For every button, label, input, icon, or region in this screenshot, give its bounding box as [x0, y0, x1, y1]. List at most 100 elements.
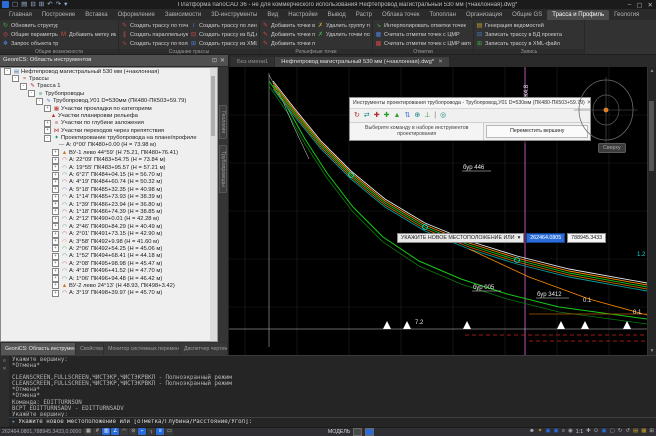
tree-item[interactable]: +◠А: 2°06' ПК492+54.25 (H = 45.06 м) [1, 245, 210, 252]
model-space-label[interactable]: МОДЕЛЬ [328, 429, 351, 435]
tree-expand-toggle[interactable]: - [20, 83, 27, 90]
ribbon-tab[interactable]: Зависимости [160, 10, 206, 20]
tree-item[interactable]: +⋈Участки переходов через препятствия [1, 127, 210, 134]
ribbon-tab[interactable]: Настройки [283, 10, 322, 20]
dynamic-input-x-field[interactable]: 262464.0805 [526, 233, 565, 243]
tree-item[interactable]: -✎Трасса 1 [1, 83, 210, 90]
generate-reports-button[interactable]: ▤Генерация ведомостей [476, 22, 582, 31]
tree-expand-toggle[interactable]: + [52, 216, 59, 223]
ucs-toggle[interactable]: ┐ [147, 428, 155, 435]
collapsed-panel-tab[interactable]: Геология [219, 105, 227, 139]
add-vertex-icon[interactable]: ✚ [374, 111, 380, 120]
dyn-input-toggle[interactable]: ≡ [156, 428, 164, 435]
notification-icon[interactable]: ✦ [538, 428, 543, 435]
ribbon-tab[interactable]: Построение [37, 10, 80, 20]
undo-button[interactable]: ↶ [47, 1, 52, 9]
snap-point-icon[interactable]: ⊕ [414, 111, 420, 120]
ribbon-tab[interactable]: Трасса и Профиль [547, 10, 609, 20]
tree-item[interactable]: +◠А: 1°18' ПК486+74.39 (H = 38.85 м) [1, 208, 210, 215]
tree-item[interactable]: +◠А: 1°39' ПК486+23.94 (H = 36.80 м) [1, 201, 210, 208]
tree-item[interactable]: -∿Трубопровод,У01 D=530мм (ПК480-ПК503+5… [1, 97, 210, 104]
osnap-toggle[interactable]: ◠ [120, 428, 128, 435]
tree-item[interactable]: +◠А: 2°46' ПК490+84.29 (H = 40.49 м) [1, 223, 210, 230]
drawing-area[interactable]: бур 446 бур 005 бур 3412 7.2 0.1 0.1 1.2… [229, 67, 656, 355]
tree-item[interactable]: —А: 0°00' ПК480+0.00 (H = 73.98 м) [1, 142, 210, 149]
ribbon-tab[interactable]: Оформление [113, 10, 160, 20]
lineweight-toggle[interactable]: ▭ [165, 428, 173, 435]
tree-item[interactable]: +▲ВУ-1 лево 44°59' (H 75.21, ПК480+76.41… [1, 149, 210, 156]
settings-icon[interactable]: ◎ [440, 111, 446, 120]
tree-expand-toggle[interactable]: + [52, 253, 59, 260]
common-parameters-button[interactable]: ◎Общие параметры [2, 31, 58, 40]
change-elevation-icon[interactable]: ⇅ [404, 111, 410, 120]
panel-tab[interactable]: GeoniCS: Область инструментов [1, 343, 75, 355]
delete-point-group-button[interactable]: ✗Удалить группу точек [317, 22, 370, 31]
command-close-icon[interactable]: ✕ [2, 366, 6, 372]
slope-icon[interactable]: ▲ [394, 111, 401, 120]
tree-item[interactable]: -≡Трубопроводы [1, 90, 210, 97]
command-history-icon[interactable]: ≡ [3, 358, 6, 364]
view-locator-widget[interactable]: Сверху [570, 77, 642, 163]
tree-expand-toggle[interactable]: + [44, 105, 51, 112]
tree-item[interactable]: +◠А: 3°58' ПК492+9.98 (H = 41.60 м) [1, 238, 210, 245]
ribbon-tab[interactable]: Организация [461, 10, 507, 20]
tree-scrollbar[interactable] [210, 67, 218, 342]
collapsed-panel-tab[interactable]: Трубопроводы [219, 145, 227, 193]
command-input-line[interactable]: ▸ Укажите новое местоположение или [оТме… [9, 417, 656, 427]
tree-expand-toggle[interactable]: - [4, 68, 11, 75]
write-route-to-project-db-button[interactable]: ⊟Записать трассу в БД проекта [476, 31, 582, 40]
tree-expand-toggle[interactable]: + [52, 231, 59, 238]
tree-item[interactable]: +◠А: 2°01' ПК491+73.15 (H = 42.90 м) [1, 230, 210, 237]
monitor-a-icon[interactable]: ▣ [545, 428, 550, 435]
tree-item[interactable]: +▦Участки прокладки по категориям [1, 105, 210, 112]
add-points-by-3d-polyline-button[interactable]: ✎Добавить точки по 3D-полилинии [262, 31, 315, 40]
dynamic-input-y-field[interactable]: 788945.3433 [567, 233, 606, 243]
tree-item[interactable]: -≈Трассы [1, 75, 210, 82]
orbit-icon[interactable]: ↻ [618, 428, 623, 435]
tree-expand-toggle[interactable]: + [52, 149, 59, 156]
tree-expand-toggle[interactable]: - [44, 135, 51, 142]
tree-item[interactable]: -✦Проектирование трубопровода на плане/п… [1, 134, 210, 141]
annotation-scale[interactable]: 1:1 [576, 429, 583, 435]
tree-item[interactable]: +◠А: 19°55' ПК483+95.57 (H = 57.21 м) [1, 164, 210, 171]
redo-button[interactable]: ↷ [56, 1, 61, 9]
close-panel-icon[interactable]: ✕ [220, 57, 225, 64]
close-button[interactable]: ✕ [648, 1, 653, 9]
otrack-toggle[interactable]: ⌐ [138, 428, 146, 435]
tree-item[interactable]: +▲ВУ-2 лево 24°13' (H 48.93, ПК498+3.42) [1, 282, 210, 289]
create-route-by-points-button[interactable]: ✎Создать трассу по точкам [121, 22, 188, 31]
3dsnap-toggle[interactable]: ⊙ [129, 428, 137, 435]
chevron-down-icon[interactable]: ▾ [518, 235, 521, 241]
tree-expand-toggle[interactable]: + [52, 238, 59, 245]
user-icon[interactable]: ☻ [529, 428, 535, 435]
tree-expand-toggle[interactable]: + [52, 201, 59, 208]
layers-icon[interactable]: ▤ [633, 428, 638, 435]
create-parallel-route-button[interactable]: ∥Создать параллельную трассу [121, 31, 188, 40]
tree-expand-toggle[interactable]: + [52, 208, 59, 215]
ribbon-tab[interactable]: Вид [262, 10, 283, 20]
ortho-toggle[interactable]: ▥ [102, 428, 110, 435]
pan-icon[interactable]: ✚ [586, 428, 591, 435]
scrollbar-thumb[interactable] [649, 101, 654, 171]
tree-item[interactable]: +≡Участки по глубине заложения [1, 120, 210, 127]
tree-expand-toggle[interactable]: + [52, 223, 59, 230]
record-icon[interactable]: ◉ [568, 428, 573, 435]
close-tab-icon[interactable]: ✕ [438, 59, 443, 65]
tree-expand-toggle[interactable]: + [52, 164, 59, 171]
frame-icon[interactable]: ▢ [610, 428, 615, 435]
separator-icon[interactable]: | [434, 111, 436, 120]
create-route-by-polyline-button[interactable]: ∿Создать трассу по полилинии [121, 40, 188, 49]
viewport-icon[interactable]: ▣ [601, 428, 606, 435]
minimize-button[interactable]: – [628, 1, 632, 9]
create-route-from-project-db-button[interactable]: ⊟Создать трассу из БД.проекта [190, 31, 257, 40]
document-tab[interactable]: Нефтепровод магистральный 530 мм (+накло… [275, 57, 448, 67]
panel-tab[interactable]: Свойства [76, 343, 103, 355]
tree-item[interactable]: -▤Нефтепровод магистральный 530 мм (+нак… [1, 68, 210, 75]
delete-points-by-criteria-button[interactable]: ✗Удалить точки по критериям [317, 31, 370, 40]
tree-expand-toggle[interactable]: + [44, 127, 51, 134]
add-route-name-label-button[interactable]: MДобавить метку имя трассы [60, 31, 116, 40]
regen-icon[interactable]: ↺ [625, 428, 630, 435]
pin-icon[interactable]: ⊡ [212, 57, 217, 64]
query-route-object-button[interactable]: ❖Запрос объекта трассы [2, 40, 58, 49]
perpendicular-icon[interactable]: ⊥ [424, 111, 430, 120]
